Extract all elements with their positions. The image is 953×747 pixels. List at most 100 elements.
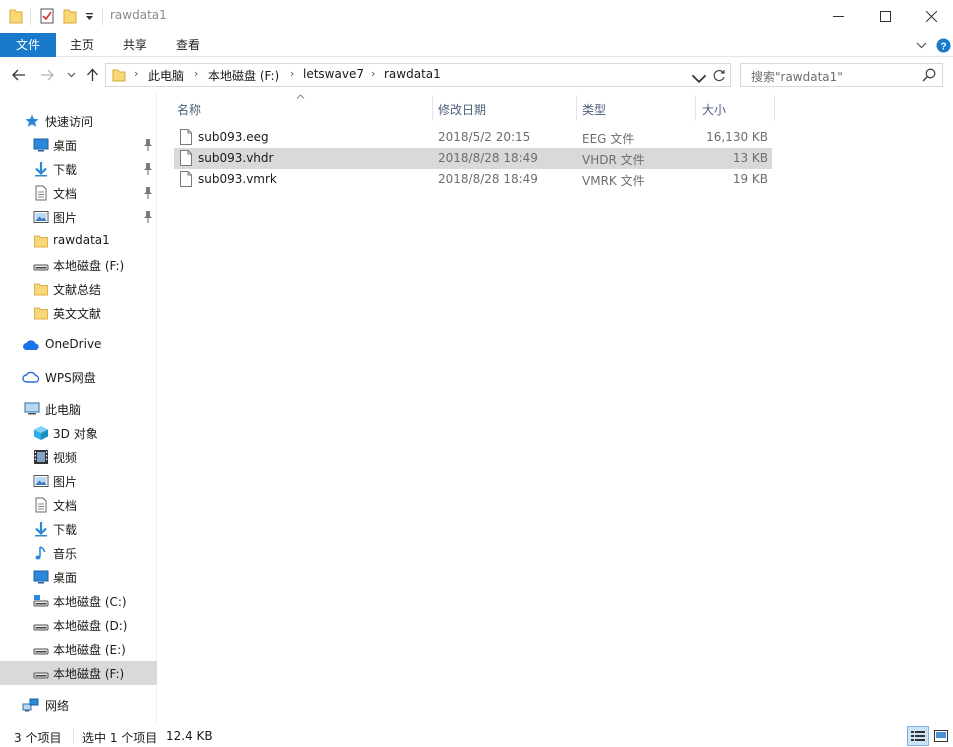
close-icon: [925, 11, 937, 22]
file-icon: [180, 129, 192, 145]
column-header-date[interactable]: 修改日期: [433, 93, 577, 123]
address-bar[interactable]: › 此电脑 › 本地磁盘 (F:) › letswave7 › rawdata1: [105, 63, 731, 87]
picture-icon: [33, 473, 49, 489]
sidebar-item-label: 图片: [53, 211, 78, 225]
sidebar-item-quick-1[interactable]: 下载: [0, 157, 157, 181]
pin-icon: [142, 138, 154, 152]
sidebar-item-pc-4[interactable]: 下载: [0, 517, 157, 541]
tab-view[interactable]: 查看: [162, 33, 214, 57]
help-icon[interactable]: ?: [936, 38, 951, 53]
sidebar-item-pc-6[interactable]: 桌面: [0, 565, 157, 589]
sidebar-item-label: 文献总结: [53, 283, 102, 297]
sidebar-this-pc[interactable]: 此电脑: [0, 397, 157, 421]
column-divider[interactable]: [774, 95, 775, 121]
sidebar-item-quick-0[interactable]: 桌面: [0, 133, 157, 157]
document-icon: [33, 185, 49, 201]
expand-ribbon-icon[interactable]: [916, 42, 927, 49]
sidebar-item-label: 本地磁盘 (C:): [53, 595, 127, 609]
maximize-icon: [879, 11, 891, 22]
window-title: rawdata1: [110, 8, 167, 22]
properties-icon[interactable]: [40, 8, 54, 24]
breadcrumb-separator[interactable]: ›: [371, 67, 375, 80]
sidebar-item-quick-6[interactable]: 文献总结: [0, 277, 157, 301]
column-header-name[interactable]: 名称: [174, 93, 434, 123]
sidebar-item-pc-1[interactable]: 视频: [0, 445, 157, 469]
this-pc-icon: [24, 401, 40, 417]
sidebar-item-label: 图片: [53, 475, 78, 489]
desktop-icon: [33, 137, 49, 153]
tab-file[interactable]: 文件: [0, 33, 56, 57]
network-icon: [22, 697, 39, 713]
tab-share[interactable]: 共享: [108, 33, 162, 57]
desktop-icon: [33, 569, 49, 585]
folder-icon[interactable]: [9, 8, 23, 24]
up-arrow-icon[interactable]: [86, 68, 99, 82]
download-icon: [33, 521, 49, 537]
details-view-button[interactable]: [907, 726, 929, 746]
breadcrumb-drive-f[interactable]: 本地磁盘 (F:): [208, 67, 279, 84]
tab-home[interactable]: 主页: [56, 33, 108, 57]
sidebar-onedrive[interactable]: OneDrive: [0, 333, 157, 357]
maximize-button[interactable]: [862, 0, 908, 33]
sidebar-item-label: WPS网盘: [45, 371, 96, 385]
sidebar-item-pc-0[interactable]: 3D 对象: [0, 421, 157, 445]
back-arrow-icon[interactable]: [12, 69, 26, 81]
sidebar-item-pc-7[interactable]: 本地磁盘 (C:): [0, 589, 157, 613]
search-icon[interactable]: [922, 68, 936, 82]
sidebar-item-pc-2[interactable]: 图片: [0, 469, 157, 493]
folder-icon: [33, 233, 49, 249]
file-row[interactable]: sub093.eeg 2018/5/2 20:15 EEG 文件 16,130 KB: [174, 127, 772, 148]
breadcrumb-letswave7[interactable]: letswave7: [303, 67, 364, 81]
sidebar-item-pc-5[interactable]: 音乐: [0, 541, 157, 565]
sidebar-item-pc-3[interactable]: 文档: [0, 493, 157, 517]
drive-icon: [33, 257, 49, 273]
drive-icon: [33, 617, 49, 633]
sidebar-item-quick-2[interactable]: 文档: [0, 181, 157, 205]
file-size: 13 KB: [732, 151, 768, 165]
minimize-button[interactable]: [815, 0, 861, 33]
sidebar-network[interactable]: 网络: [0, 693, 157, 717]
sidebar-item-quick-4[interactable]: rawdata1: [0, 229, 157, 253]
status-separator: [73, 729, 74, 743]
drive-icon: [33, 641, 49, 657]
column-header-type[interactable]: 类型: [577, 93, 695, 123]
pin-icon: [142, 186, 154, 200]
pin-icon: [142, 162, 154, 176]
search-box[interactable]: 搜索"rawdata1": [740, 63, 943, 87]
sidebar-item-pc-8[interactable]: 本地磁盘 (D:): [0, 613, 157, 637]
sidebar-item-quick-3[interactable]: 图片: [0, 205, 157, 229]
breadcrumb-rawdata1[interactable]: rawdata1: [384, 67, 441, 81]
breadcrumb-separator[interactable]: ›: [194, 67, 198, 80]
forward-arrow-icon[interactable]: [40, 69, 54, 81]
sidebar-item-quick-7[interactable]: 英文文献: [0, 301, 157, 325]
sidebar-item-label: 下载: [53, 163, 78, 177]
sidebar-quick-access[interactable]: 快速访问: [0, 109, 157, 133]
sidebar-item-pc-10[interactable]: 本地磁盘 (F:): [0, 661, 157, 685]
svg-text:?: ?: [940, 42, 946, 53]
sidebar-item-pc-9[interactable]: 本地磁盘 (E:): [0, 637, 157, 661]
breadcrumb-separator[interactable]: ›: [290, 67, 294, 80]
customize-quick-access-icon[interactable]: [85, 12, 94, 21]
new-folder-icon[interactable]: [63, 8, 77, 24]
recent-locations-icon[interactable]: [67, 72, 76, 78]
file-row[interactable]: sub093.vhdr 2018/8/28 18:49 VHDR 文件 13 KB: [174, 148, 772, 169]
sidebar-item-quick-5[interactable]: 本地磁盘 (F:): [0, 253, 157, 277]
large-icons-view-button[interactable]: [930, 726, 952, 746]
sidebar-wps[interactable]: WPS网盘: [0, 365, 157, 389]
sidebar-item-label: 文档: [53, 187, 78, 201]
refresh-button[interactable]: [708, 63, 731, 87]
video-icon: [33, 449, 49, 465]
file-size: 19 KB: [732, 172, 768, 186]
file-name: sub093.vhdr: [198, 151, 274, 165]
breadcrumb-separator[interactable]: ›: [134, 67, 138, 80]
file-row[interactable]: sub093.vmrk 2018/8/28 18:49 VMRK 文件 19 KB: [174, 169, 772, 190]
close-button[interactable]: [908, 0, 953, 33]
address-history-dropdown-icon[interactable]: [691, 71, 707, 87]
file-icon: [180, 171, 192, 187]
breadcrumb-this-pc[interactable]: 此电脑: [148, 67, 184, 84]
sidebar-item-label: 快速访问: [45, 115, 94, 129]
status-bar: 3 个项目 选中 1 个项目 12.4 KB: [0, 723, 953, 747]
sidebar-item-label: 桌面: [53, 139, 78, 153]
sidebar-item-label: 3D 对象: [53, 427, 98, 441]
column-header-size[interactable]: 大小: [696, 93, 774, 123]
